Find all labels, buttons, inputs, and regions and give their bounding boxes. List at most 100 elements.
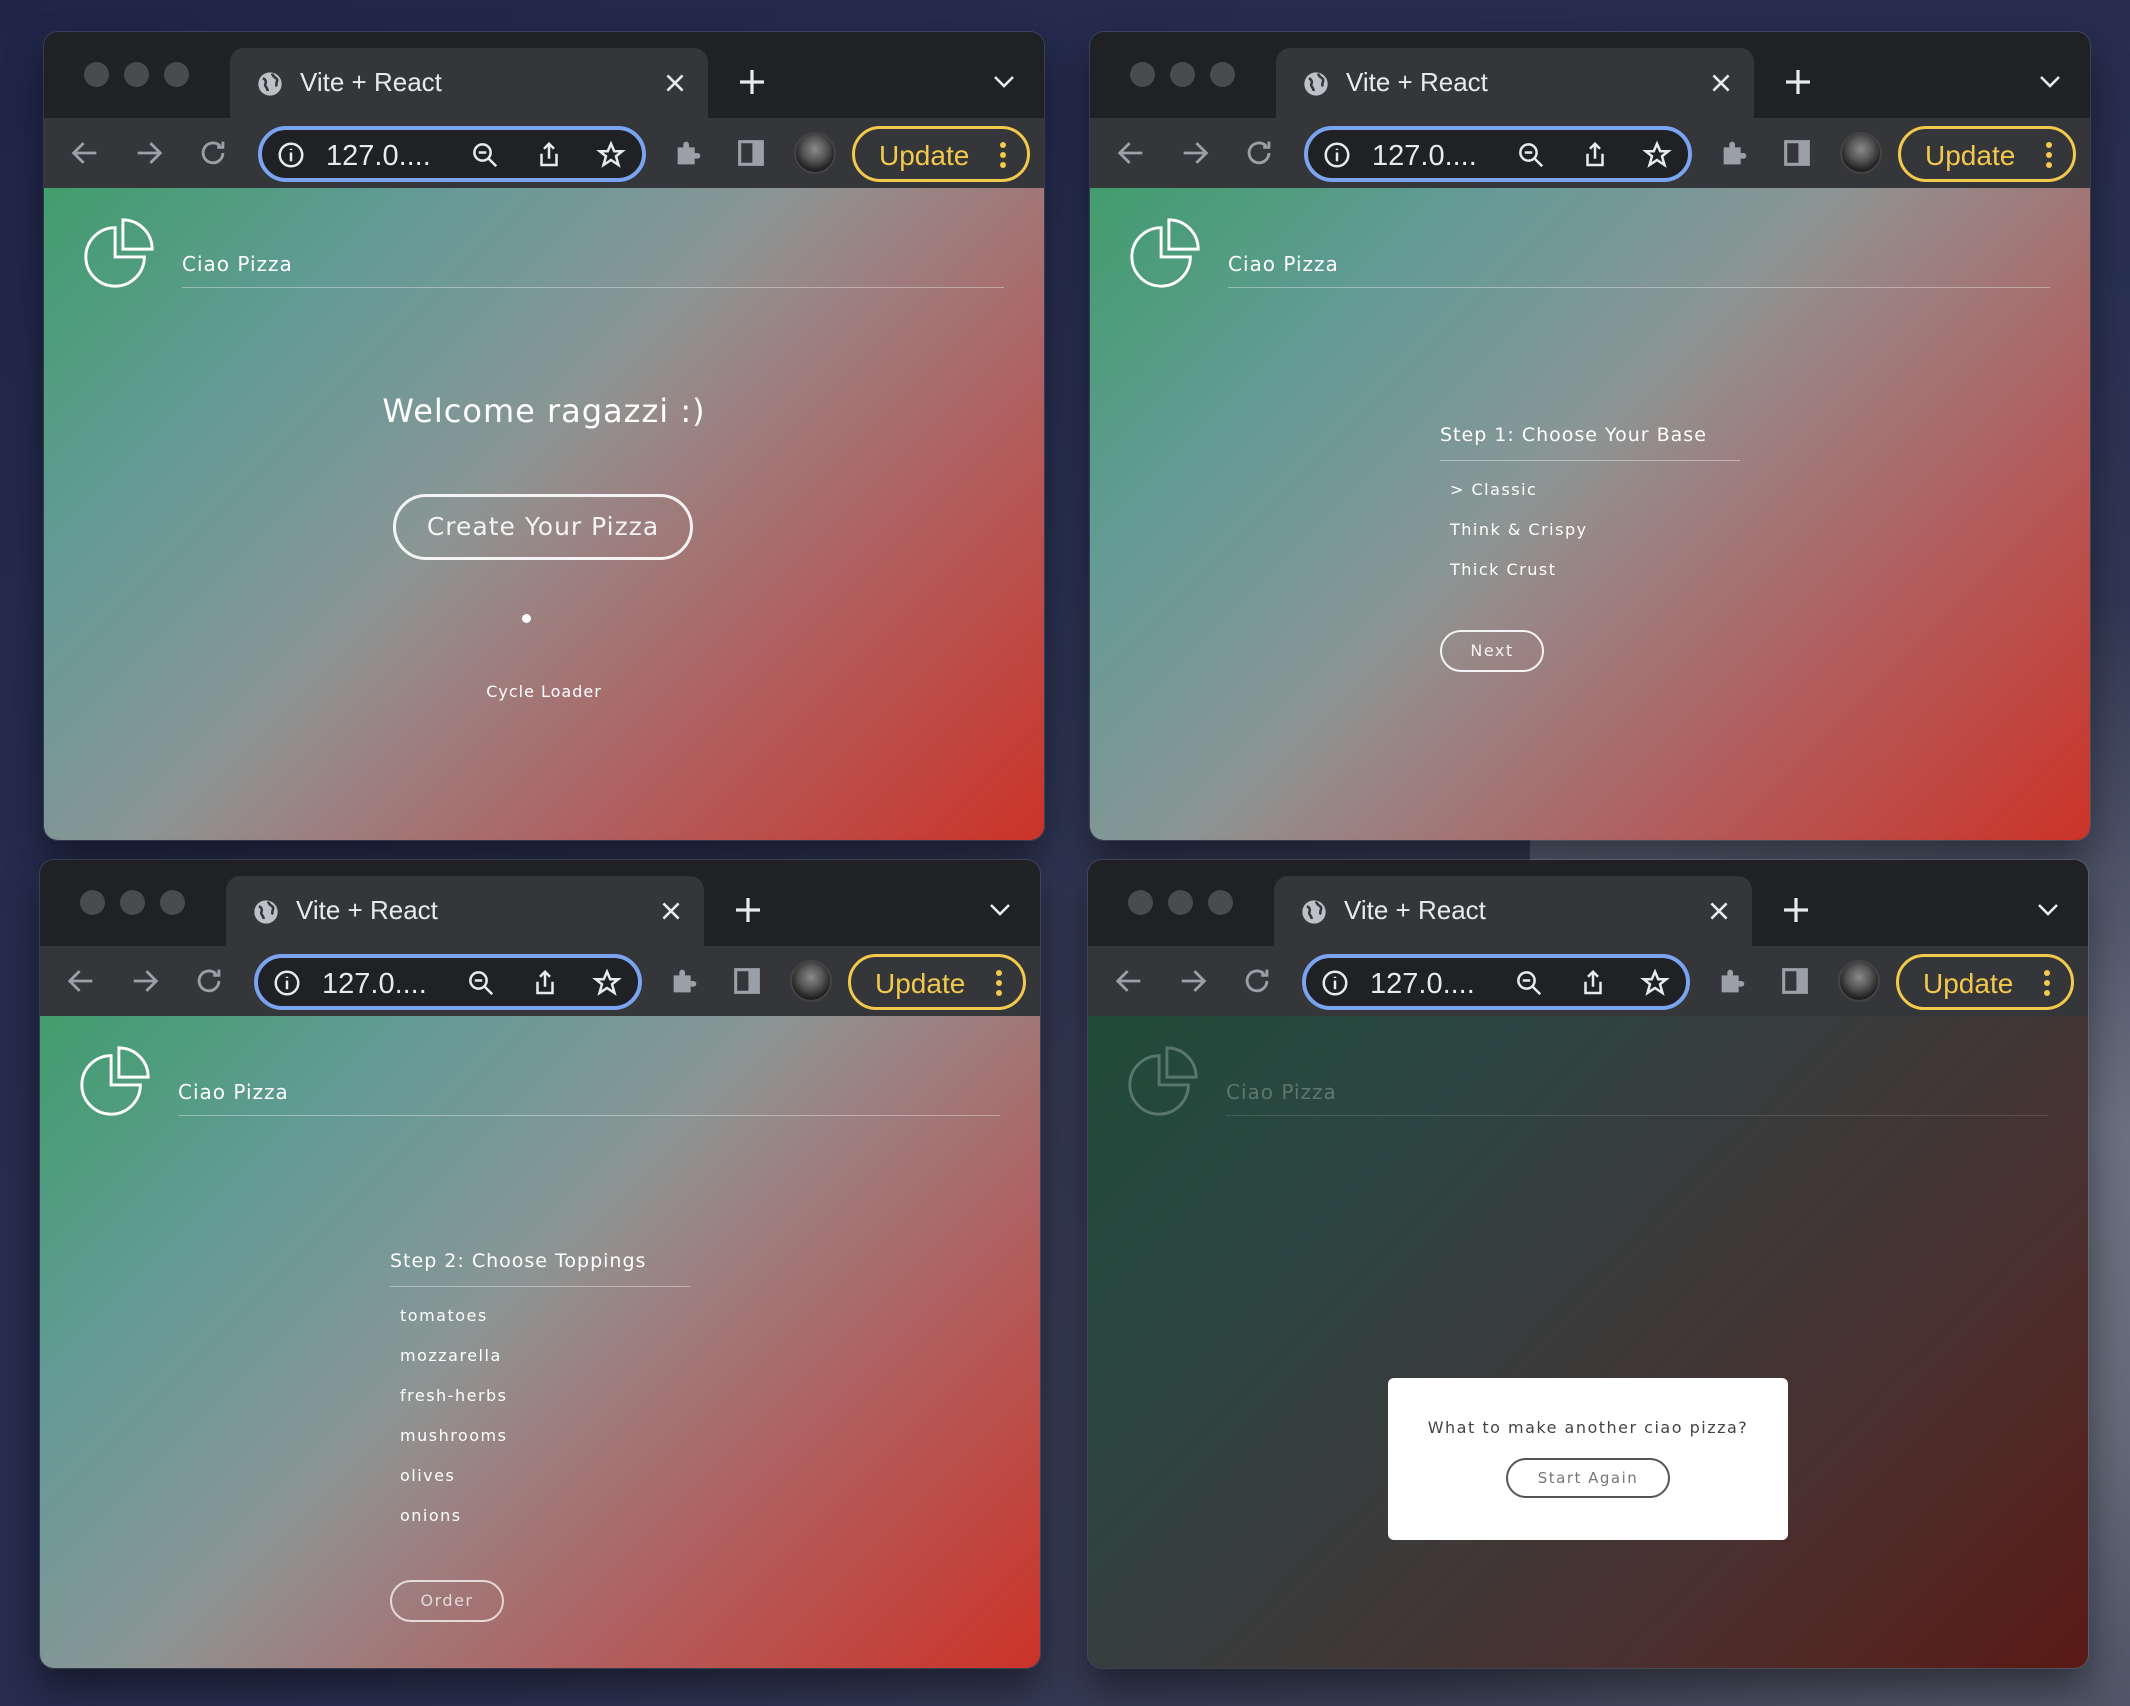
base-option[interactable]: Think & Crispy	[1450, 520, 1588, 539]
site-info-icon[interactable]	[1320, 968, 1350, 998]
share-icon[interactable]	[530, 968, 560, 998]
close-tab-icon[interactable]	[658, 898, 684, 924]
topping-option[interactable]: mozzarella	[400, 1346, 502, 1365]
more-menu-icon[interactable]	[995, 969, 1003, 997]
browser-tab[interactable]: Vite + React	[1276, 48, 1754, 118]
close-tab-icon[interactable]	[1706, 898, 1732, 924]
browser-tab[interactable]: Vite + React	[230, 48, 708, 118]
share-icon[interactable]	[534, 140, 564, 170]
new-tab-icon[interactable]	[1780, 894, 1812, 926]
back-arrow-icon[interactable]	[1114, 136, 1148, 170]
reload-icon[interactable]	[192, 964, 226, 998]
share-icon[interactable]	[1578, 968, 1608, 998]
reload-icon[interactable]	[1242, 136, 1276, 170]
minimize-window-button[interactable]	[1168, 890, 1193, 915]
zoom-out-icon[interactable]	[1516, 140, 1546, 170]
share-icon[interactable]	[1580, 140, 1610, 170]
bookmark-star-icon[interactable]	[592, 968, 622, 998]
close-window-button[interactable]	[80, 890, 105, 915]
next-button[interactable]: Next	[1440, 630, 1544, 672]
forward-arrow-icon[interactable]	[1178, 136, 1212, 170]
topping-option[interactable]: tomatoes	[400, 1306, 488, 1325]
chevron-down-icon[interactable]	[988, 900, 1012, 920]
zoom-window-button[interactable]	[160, 890, 185, 915]
new-tab-icon[interactable]	[1782, 66, 1814, 98]
minimize-window-button[interactable]	[1170, 62, 1195, 87]
pizza-logo-icon[interactable]	[80, 214, 158, 292]
side-panel-icon[interactable]	[730, 964, 764, 998]
site-info-icon[interactable]	[1322, 140, 1352, 170]
zoom-out-icon[interactable]	[1514, 968, 1544, 998]
zoom-window-button[interactable]	[1208, 890, 1233, 915]
start-again-button[interactable]: Start Again	[1506, 1458, 1670, 1498]
site-info-icon[interactable]	[276, 140, 306, 170]
forward-arrow-icon[interactable]	[132, 136, 166, 170]
create-pizza-button[interactable]: Create Your Pizza	[393, 494, 693, 560]
back-arrow-icon[interactable]	[1112, 964, 1146, 998]
profile-avatar[interactable]	[1838, 960, 1880, 1002]
extensions-puzzle-icon[interactable]	[672, 136, 706, 170]
url-text[interactable]: 127.0....	[322, 968, 427, 1001]
address-bar[interactable]: 127.0....	[1304, 126, 1692, 182]
zoom-window-button[interactable]	[1210, 62, 1235, 87]
side-panel-icon[interactable]	[1778, 964, 1812, 998]
profile-avatar[interactable]	[794, 132, 836, 174]
topping-option[interactable]: olives	[400, 1466, 455, 1485]
bookmark-star-icon[interactable]	[1642, 140, 1672, 170]
new-tab-icon[interactable]	[736, 66, 768, 98]
topping-option[interactable]: onions	[400, 1506, 462, 1525]
browser-tab[interactable]: Vite + React	[226, 876, 704, 946]
pizza-logo-icon[interactable]	[1126, 214, 1204, 292]
reload-icon[interactable]	[196, 136, 230, 170]
minimize-window-button[interactable]	[124, 62, 149, 87]
back-arrow-icon[interactable]	[68, 136, 102, 170]
close-window-button[interactable]	[1130, 62, 1155, 87]
update-button[interactable]: Update	[852, 126, 1030, 182]
update-button[interactable]: Update	[1896, 954, 2074, 1010]
profile-avatar[interactable]	[790, 960, 832, 1002]
base-option-selected[interactable]: > Classic	[1450, 480, 1537, 499]
new-tab-icon[interactable]	[732, 894, 764, 926]
more-menu-icon[interactable]	[2043, 969, 2051, 997]
browser-tab[interactable]: Vite + React	[1274, 876, 1752, 946]
site-info-icon[interactable]	[272, 968, 302, 998]
close-tab-icon[interactable]	[662, 70, 688, 96]
minimize-window-button[interactable]	[120, 890, 145, 915]
profile-avatar[interactable]	[1840, 132, 1882, 174]
address-bar[interactable]: 127.0....	[258, 126, 646, 182]
order-button[interactable]: Order	[390, 1580, 504, 1622]
side-panel-icon[interactable]	[734, 136, 768, 170]
close-window-button[interactable]	[84, 62, 109, 87]
base-option[interactable]: Thick Crust	[1450, 560, 1557, 579]
zoom-out-icon[interactable]	[470, 140, 500, 170]
url-text[interactable]: 127.0....	[1372, 140, 1477, 173]
extensions-puzzle-icon[interactable]	[668, 964, 702, 998]
close-tab-icon[interactable]	[1708, 70, 1734, 96]
update-button[interactable]: Update	[1898, 126, 2076, 182]
more-menu-icon[interactable]	[2045, 141, 2053, 169]
url-text[interactable]: 127.0....	[1370, 968, 1475, 1001]
zoom-out-icon[interactable]	[466, 968, 496, 998]
url-text[interactable]: 127.0....	[326, 140, 431, 173]
address-bar[interactable]: 127.0....	[254, 954, 642, 1010]
bookmark-star-icon[interactable]	[596, 140, 626, 170]
chevron-down-icon[interactable]	[992, 72, 1016, 92]
bookmark-star-icon[interactable]	[1640, 968, 1670, 998]
update-button[interactable]: Update	[848, 954, 1026, 1010]
pizza-logo-icon[interactable]	[76, 1042, 154, 1120]
forward-arrow-icon[interactable]	[128, 964, 162, 998]
side-panel-icon[interactable]	[1780, 136, 1814, 170]
topping-option[interactable]: mushrooms	[400, 1426, 507, 1445]
extensions-puzzle-icon[interactable]	[1718, 136, 1752, 170]
chevron-down-icon[interactable]	[2036, 900, 2060, 920]
back-arrow-icon[interactable]	[64, 964, 98, 998]
close-window-button[interactable]	[1128, 890, 1153, 915]
zoom-window-button[interactable]	[164, 62, 189, 87]
more-menu-icon[interactable]	[999, 141, 1007, 169]
reload-icon[interactable]	[1240, 964, 1274, 998]
forward-arrow-icon[interactable]	[1176, 964, 1210, 998]
address-bar[interactable]: 127.0....	[1302, 954, 1690, 1010]
chevron-down-icon[interactable]	[2038, 72, 2062, 92]
extensions-puzzle-icon[interactable]	[1716, 964, 1750, 998]
topping-option[interactable]: fresh-herbs	[400, 1386, 508, 1405]
